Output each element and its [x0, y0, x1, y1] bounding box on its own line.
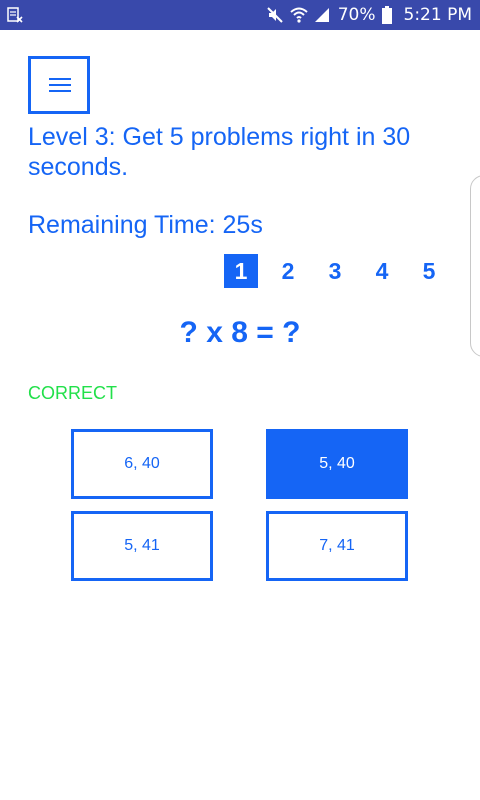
progress-step-4: 4 — [375, 257, 389, 284]
math-problem: ? x 8 = ? — [179, 316, 301, 349]
progress-step-3: 3 — [328, 257, 342, 284]
progress-step-2: 2 — [281, 257, 295, 284]
clock: 5:21 PM — [403, 5, 473, 25]
wifi-icon — [290, 7, 308, 23]
answer-option-4[interactable]: 7, 41 — [266, 511, 408, 581]
progress-indicator: 1 2 3 4 5 — [224, 254, 459, 288]
app-screen: 70% 5:21 PM Level 3: Get 5 problems righ… — [0, 0, 480, 800]
battery-percentage: 70% — [337, 5, 376, 25]
answer-options: 6, 40 5, 40 5, 41 7, 41 — [71, 429, 408, 581]
answer-feedback: CORRECT — [28, 383, 117, 403]
answer-option-1[interactable]: 6, 40 — [71, 429, 213, 499]
progress-step-1: 1 — [224, 254, 258, 288]
remaining-time: Remaining Time: 25s — [28, 211, 263, 239]
game-content: Level 3: Get 5 problems right in 30 seco… — [0, 30, 480, 800]
status-icons: 70% 5:21 PM — [266, 0, 472, 30]
answer-option-3[interactable]: 5, 41 — [71, 511, 213, 581]
battery-icon — [381, 6, 392, 24]
level-description: Level 3: Get 5 problems right in 30 seco… — [28, 123, 411, 181]
signal-icon — [314, 8, 329, 22]
screenshot-notification-icon — [7, 7, 23, 23]
menu-button[interactable] — [28, 56, 90, 114]
mute-icon — [266, 7, 283, 23]
progress-step-5: 5 — [422, 257, 436, 284]
answer-option-2[interactable]: 5, 40 — [266, 429, 408, 499]
status-bar: 70% 5:21 PM — [0, 0, 480, 30]
